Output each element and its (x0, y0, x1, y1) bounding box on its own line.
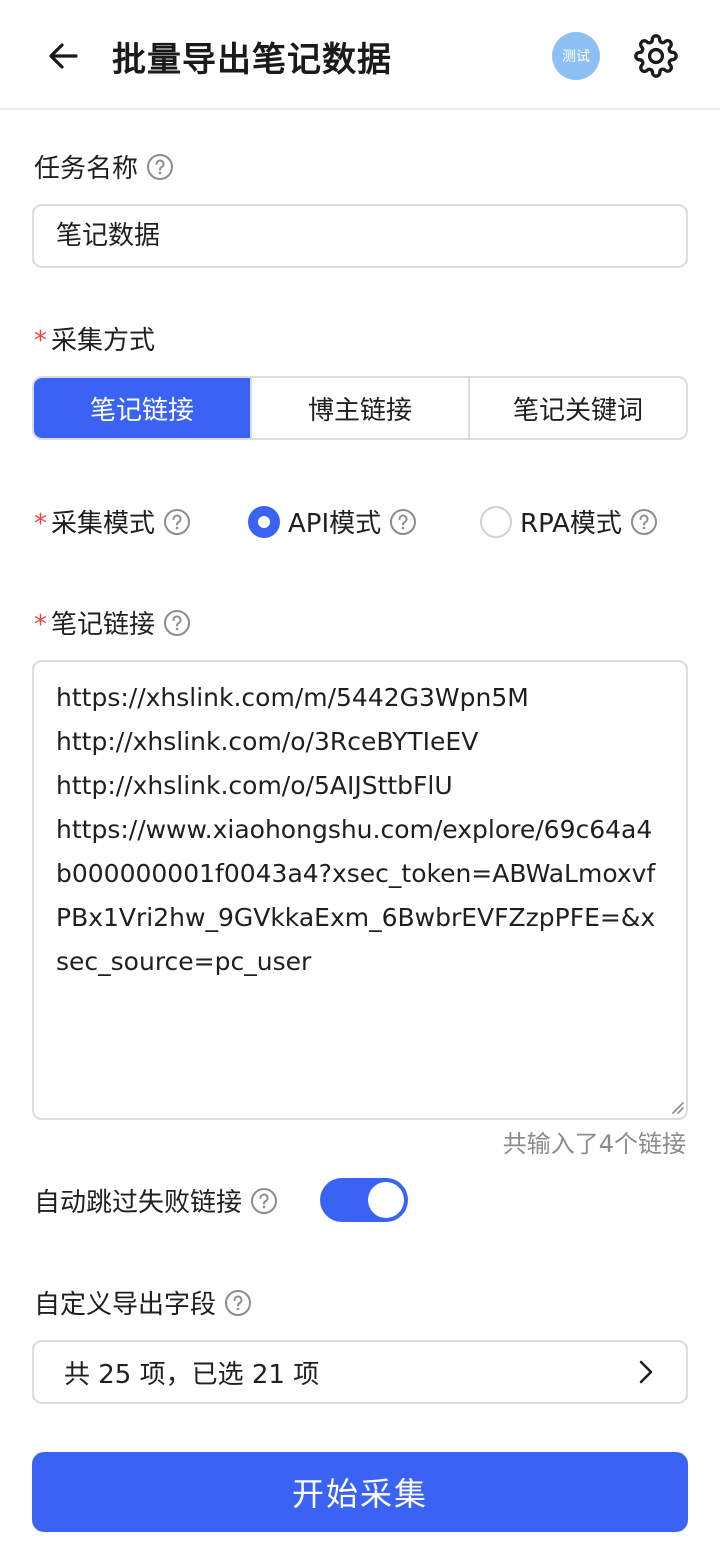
help-icon[interactable] (224, 1289, 252, 1317)
help-icon[interactable] (389, 508, 417, 536)
task-name-label: 任务名称 (34, 148, 174, 185)
segment-blogger-link[interactable]: 博主链接 (250, 378, 468, 438)
required-mark: * (34, 326, 47, 356)
help-icon[interactable] (250, 1187, 278, 1215)
collect-mode-label: * 采集模式 (34, 503, 191, 540)
link-count-text: 共输入了4个链接 (502, 1130, 686, 1158)
note-links-textarea[interactable]: https://xhslink.com/m/5442G3Wpn5M http:/… (32, 660, 688, 1120)
task-name-input[interactable]: 笔记数据 (32, 204, 688, 268)
required-mark: * (34, 509, 47, 539)
collect-method-label: * 采集方式 (34, 326, 156, 356)
chevron-right-icon (639, 1360, 653, 1384)
radio-rpa-mode[interactable]: RPA模式 (480, 503, 658, 540)
toggle-knob (368, 1182, 404, 1218)
segment-note-keyword[interactable]: 笔记关键词 (468, 378, 686, 438)
help-icon[interactable] (146, 153, 174, 181)
auto-skip-label: 自动跳过失败链接 (34, 1182, 278, 1219)
page-title: 批量导出笔记数据 (112, 40, 392, 80)
collect-method-segmented: 笔记链接 博主链接 笔记关键词 (32, 376, 688, 440)
test-badge[interactable]: 测试 (552, 32, 600, 80)
help-icon[interactable] (163, 508, 191, 536)
required-mark: * (34, 610, 47, 640)
segment-note-link[interactable]: 笔记链接 (34, 378, 250, 438)
start-collect-button[interactable]: 开始采集 (32, 1452, 688, 1532)
help-icon[interactable] (630, 508, 658, 536)
radio-unchecked-icon[interactable] (480, 505, 512, 538)
header-bar: 批量导出笔记数据 测试 (0, 0, 720, 110)
note-links-label: * 笔记链接 (34, 604, 191, 641)
radio-api-mode[interactable]: API模式 (248, 503, 417, 540)
custom-fields-label: 自定义导出字段 (34, 1284, 252, 1321)
help-icon[interactable] (163, 609, 191, 637)
custom-fields-select[interactable]: 共 25 项，已选 21 项 (32, 1340, 688, 1404)
radio-checked-icon[interactable] (248, 505, 280, 538)
gear-icon[interactable] (634, 34, 678, 78)
auto-skip-toggle[interactable] (320, 1178, 408, 1222)
resize-handle-icon[interactable] (668, 1098, 684, 1114)
back-arrow-icon[interactable] (42, 36, 86, 76)
custom-fields-summary: 共 25 项，已选 21 项 (64, 1359, 320, 1390)
